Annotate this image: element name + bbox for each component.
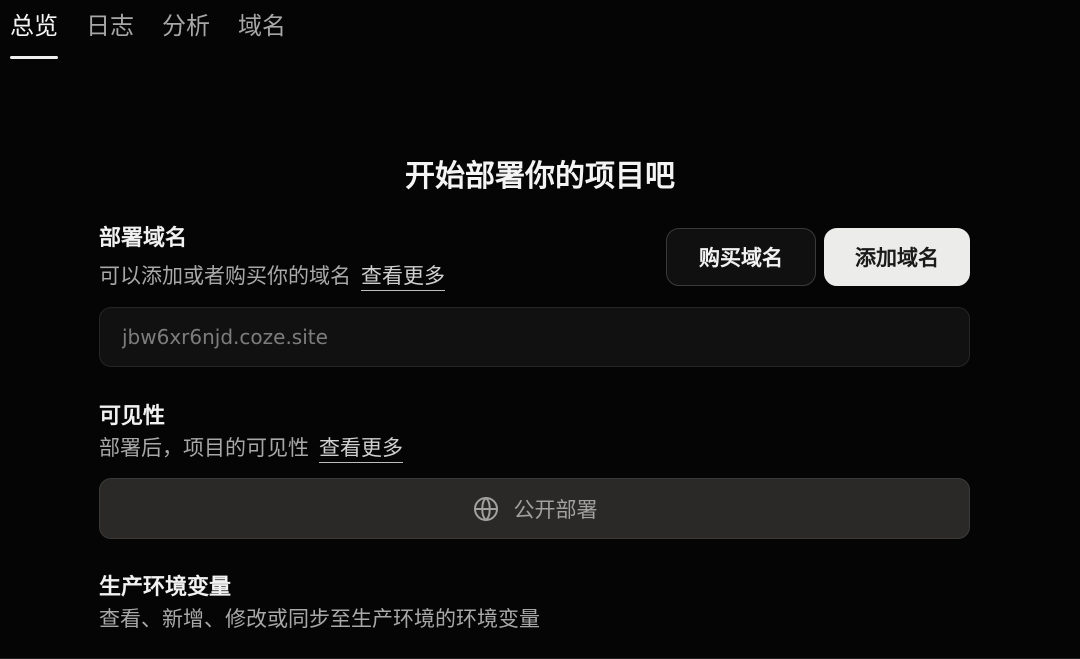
globe-icon (472, 495, 500, 523)
domain-description-text: 可以添加或者购买你的域名 (99, 264, 351, 288)
tab-overview[interactable]: 总览 (10, 0, 58, 62)
env-section-description: 查看、新增、修改或同步至生产环境的环境变量 (99, 607, 540, 631)
page-title: 开始部署你的项目吧 (405, 159, 675, 195)
tab-domains[interactable]: 域名 (238, 0, 286, 62)
visibility-section-description: 部署后，项目的可见性 查看更多 (99, 433, 403, 463)
domain-input[interactable] (99, 307, 970, 367)
add-domain-button[interactable]: 添加域名 (824, 228, 970, 286)
public-deploy-option[interactable]: 公开部署 (99, 478, 970, 539)
public-deploy-label: 公开部署 (513, 497, 598, 522)
tab-logs[interactable]: 日志 (86, 0, 134, 62)
domain-section-description: 可以添加或者购买你的域名 查看更多 (99, 261, 445, 291)
tab-bar: 总览 日志 分析 域名 (10, 0, 286, 62)
visibility-description-text: 部署后，项目的可见性 (99, 436, 309, 460)
domain-more-link[interactable]: 查看更多 (361, 262, 445, 291)
domain-section-title: 部署域名 (99, 226, 188, 251)
buy-domain-button[interactable]: 购买域名 (666, 228, 816, 286)
tab-analytics[interactable]: 分析 (162, 0, 210, 62)
env-section-title: 生产环境变量 (99, 575, 232, 600)
visibility-more-link[interactable]: 查看更多 (319, 434, 403, 463)
visibility-section-title: 可见性 (99, 404, 166, 429)
